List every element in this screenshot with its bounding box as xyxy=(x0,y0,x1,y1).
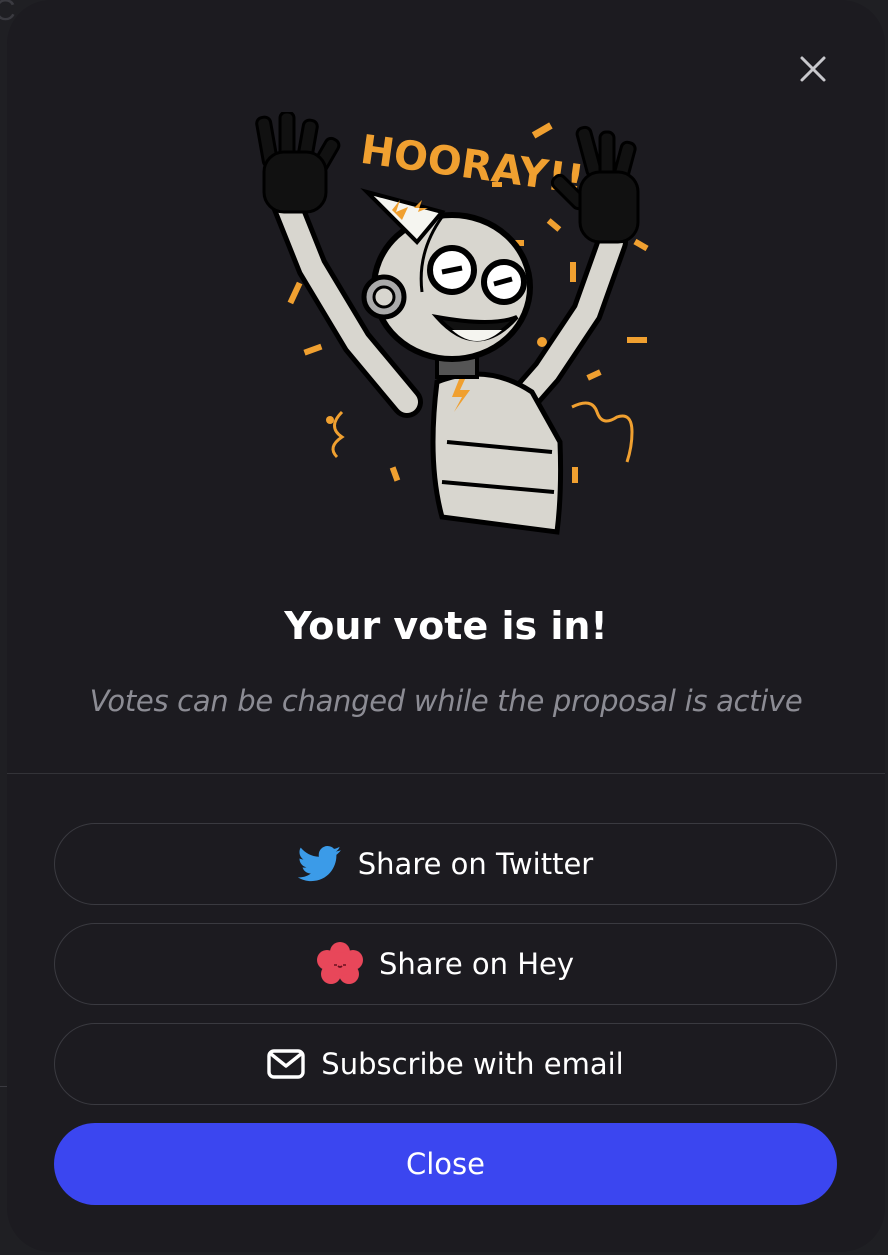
celebrating-robot-illustration: HOORAY!! xyxy=(255,112,649,535)
subscribe-email-label: Subscribe with email xyxy=(321,1047,624,1081)
modal-divider xyxy=(7,773,885,774)
modal-subtitle: Votes can be changed while the proposal … xyxy=(89,684,803,718)
share-hey-button[interactable]: Share on Hey xyxy=(54,923,837,1005)
twitter-bird-icon xyxy=(297,846,342,882)
share-twitter-label: Share on Twitter xyxy=(357,847,594,881)
close-icon[interactable] xyxy=(794,50,832,88)
vote-confirmation-modal: HOORAY!! Your vote is in! Votes can be c… xyxy=(7,0,885,1252)
share-hey-label: Share on Hey xyxy=(378,947,575,981)
share-twitter-button[interactable]: Share on Twitter xyxy=(54,823,837,905)
envelope-icon xyxy=(267,1049,305,1079)
close-button[interactable]: Close xyxy=(54,1123,837,1205)
hey-flower-icon xyxy=(316,942,363,986)
subscribe-email-button[interactable]: Subscribe with email xyxy=(54,1023,837,1105)
hooray-text: HOORAY!! xyxy=(358,127,587,204)
modal-title: Your vote is in! xyxy=(284,604,608,648)
close-button-label: Close xyxy=(406,1147,485,1181)
